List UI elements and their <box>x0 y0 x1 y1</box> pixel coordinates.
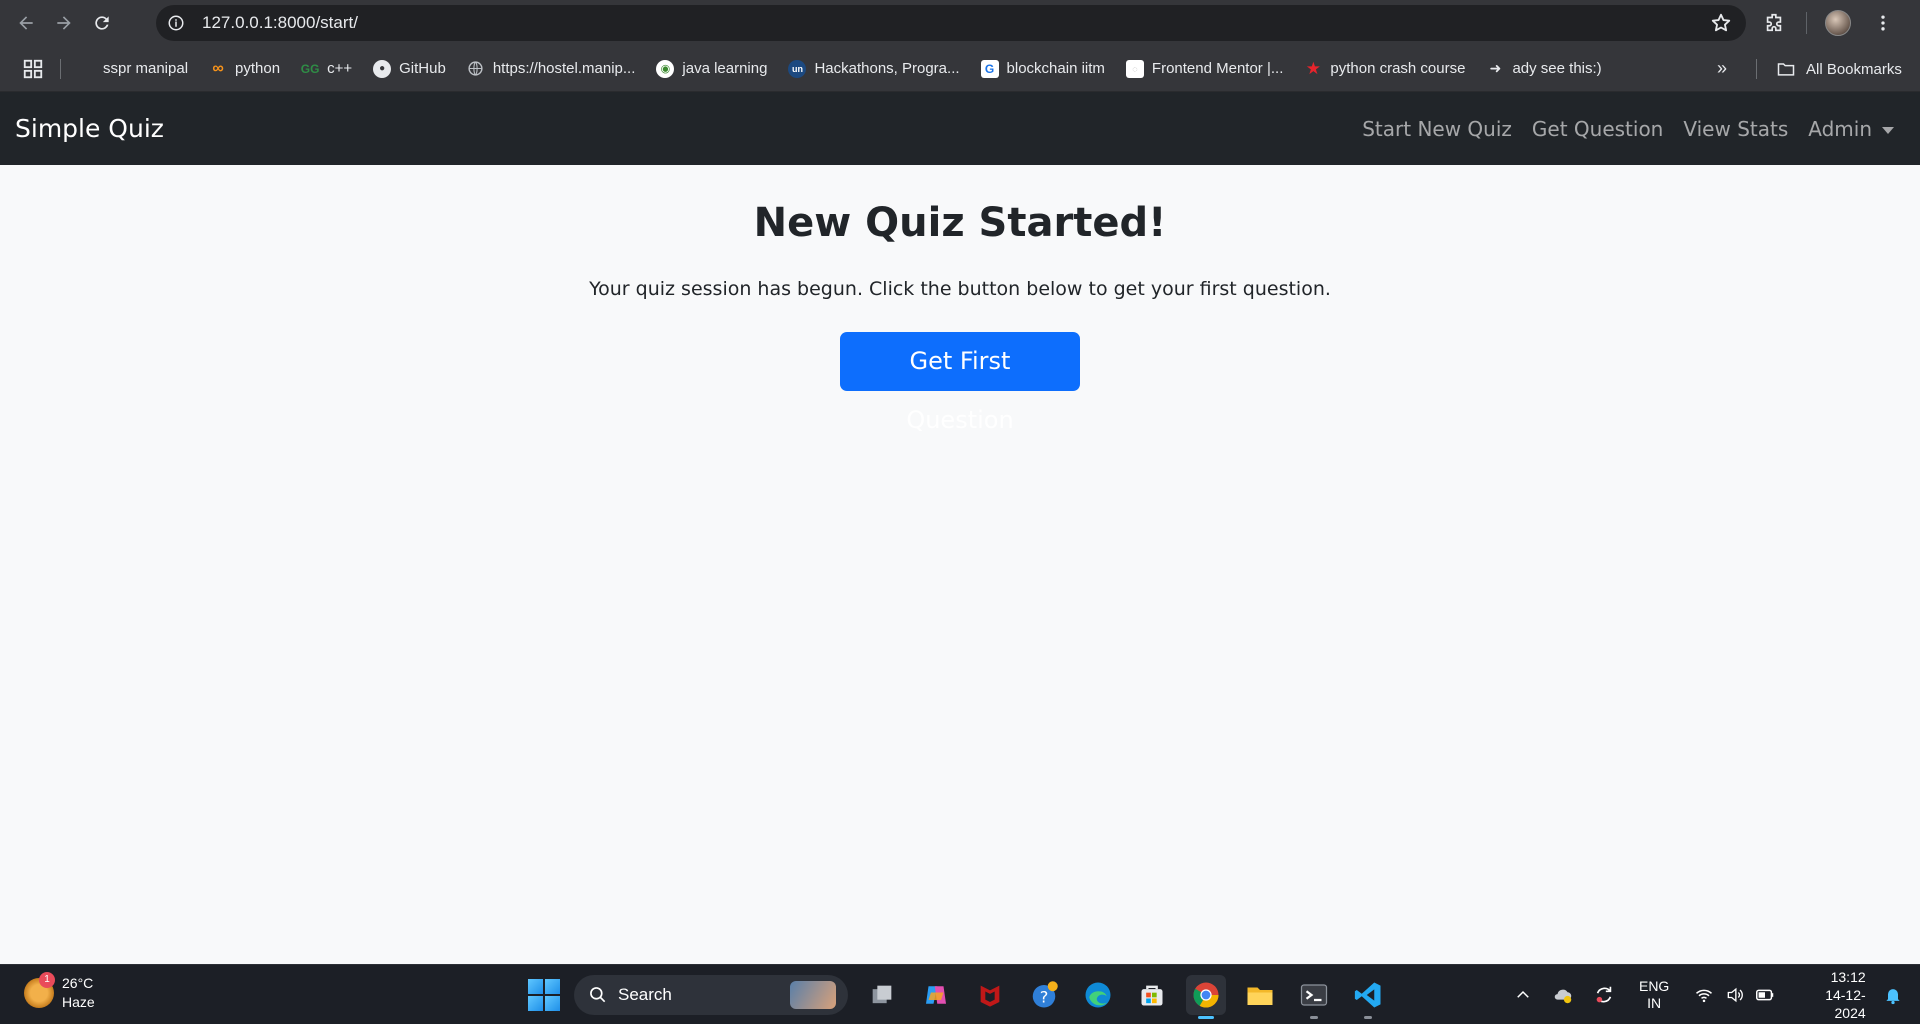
bookmark-blockchain-iitm[interactable]: G blockchain iitm <box>980 59 1105 78</box>
all-bookmarks-button[interactable]: All Bookmarks <box>1756 46 1902 92</box>
notification-bell-icon[interactable] <box>1880 981 1906 1009</box>
chevron-up-icon[interactable] <box>1510 981 1536 1009</box>
chrome-icon[interactable] <box>1186 975 1226 1019</box>
nav-start-new-quiz[interactable]: Start New Quiz <box>1362 117 1512 141</box>
nav-admin-dropdown[interactable]: Admin <box>1808 117 1894 141</box>
bookmark-java-learning[interactable]: ◉ java learning <box>656 59 767 78</box>
get-first-question-button[interactable]: Get First Question <box>840 332 1080 434</box>
svg-text:?: ? <box>1040 988 1049 1007</box>
bookmark-python[interactable]: ∞ python <box>209 60 280 78</box>
taskbar-search-label: Search <box>618 985 672 1004</box>
onedrive-warning-icon[interactable] <box>1550 981 1576 1009</box>
language-indicator[interactable]: ENG IN <box>1639 978 1669 1012</box>
search-icon <box>590 987 606 1003</box>
terminal-icon[interactable] <box>1294 975 1334 1019</box>
chevron-down-icon <box>1882 126 1894 134</box>
forward-button[interactable] <box>46 5 82 41</box>
coding-ninjas-icon: ∞ <box>212 59 224 77</box>
wifi-icon[interactable] <box>1691 981 1717 1009</box>
gfg-icon: GG <box>300 61 320 76</box>
url-text[interactable]: 127.0.0.1:8000/start/ <box>202 13 358 33</box>
bookmarks-bar: sspr manipal ∞ python GG c++ ● GitHub ht… <box>0 46 1920 92</box>
google-icon: G <box>980 59 999 78</box>
taskbar-search[interactable]: Search <box>574 975 848 1015</box>
weather-badge: 1 <box>39 972 55 988</box>
weather-desc: Haze <box>62 994 95 1010</box>
star-icon: ★ <box>1305 58 1321 78</box>
bookmark-github[interactable]: ● GitHub <box>373 59 446 78</box>
bookmark-hostel[interactable]: https://hostel.manip... <box>467 60 635 78</box>
get-help-icon[interactable]: ? <box>1024 975 1064 1015</box>
globe-icon <box>467 60 485 78</box>
page-title: New Quiz Started! <box>753 200 1167 246</box>
nav-view-stats[interactable]: View Stats <box>1683 117 1788 141</box>
weather-temp: 26°C <box>62 975 94 991</box>
reload-icon <box>95 16 109 30</box>
microsoft-icon <box>77 60 95 78</box>
bookmark-python-crash-course[interactable]: ★ python crash course <box>1304 58 1466 78</box>
clock-date: 14-12-2024 <box>1825 987 1866 1021</box>
profile-avatar[interactable] <box>1825 10 1851 36</box>
menu-kebab-icon[interactable] <box>1869 9 1897 37</box>
github-icon: ● <box>373 59 392 78</box>
clock-time: 13:12 <box>1830 969 1866 985</box>
nav-admin-label: Admin <box>1808 116 1872 141</box>
windows-start-icon[interactable] <box>528 979 560 1011</box>
apps-grid-icon[interactable] <box>22 58 44 80</box>
site-info-icon[interactable] <box>164 11 188 35</box>
bookmark-hackathons[interactable]: un Hackathons, Progra... <box>788 59 960 78</box>
folder-icon <box>1777 63 1795 76</box>
taskbar-clock[interactable]: 13:12 14-12-2024 <box>1798 968 1865 1022</box>
language-region: IN <box>1647 995 1662 1011</box>
page-description: Your quiz session has begun. Click the b… <box>589 278 1331 300</box>
edge-browser-icon[interactable] <box>1078 975 1118 1015</box>
browser-toolbar: 127.0.0.1:8000/start/ <box>0 0 1920 46</box>
copilot-icon[interactable] <box>916 975 956 1015</box>
language-code: ENG <box>1638 978 1670 994</box>
mcafee-icon[interactable] <box>970 975 1010 1015</box>
arrow-right-icon <box>57 16 71 30</box>
weather-sun-icon: 1 <box>24 972 55 1008</box>
toolbar-divider <box>1806 12 1807 34</box>
microsoft-store-icon[interactable] <box>1132 975 1172 1015</box>
search-highlight-image <box>790 981 836 1009</box>
bookmarks-divider <box>60 58 61 79</box>
toolbar-right <box>1760 5 1897 41</box>
bookmark-sspr-manipal[interactable]: sspr manipal <box>77 60 188 78</box>
system-tray: ENG IN 13:12 14-12-2024 <box>1510 969 1920 1021</box>
bookmarks-overflow-icon[interactable]: » <box>1717 58 1727 79</box>
arrow-left-icon <box>19 16 33 30</box>
site-navbar: Simple Quiz Start New Quiz Get Question … <box>0 92 1920 165</box>
site-brand[interactable]: Simple Quiz <box>15 114 164 143</box>
task-view-icon[interactable] <box>862 975 902 1015</box>
file-explorer-icon[interactable] <box>1240 975 1280 1015</box>
unstop-icon: un <box>788 59 807 78</box>
frontend-mentor-icon: ◌ <box>1125 59 1144 78</box>
bookmark-ady[interactable]: ➜ ady see this:) <box>1486 60 1602 78</box>
battery-icon[interactable] <box>1752 981 1778 1009</box>
sync-icon[interactable] <box>1591 981 1617 1009</box>
bookmark-star-icon[interactable] <box>1710 12 1732 34</box>
extensions-icon[interactable] <box>1760 9 1788 37</box>
vscode-icon[interactable] <box>1348 975 1388 1019</box>
address-bar[interactable]: 127.0.0.1:8000/start/ <box>156 5 1746 41</box>
bookmarks-divider-right <box>1756 59 1757 79</box>
arrow-icon: ➜ <box>1489 60 1502 76</box>
bookmark-frontend-mentor[interactable]: ◌ Frontend Mentor |... <box>1125 59 1283 78</box>
nav-get-question[interactable]: Get Question <box>1532 117 1663 141</box>
taskbar-apps: Search ? <box>528 973 1388 1019</box>
main-content: New Quiz Started! Your quiz session has … <box>0 165 1920 963</box>
weather-widget[interactable]: 1 26°C Haze <box>24 972 95 1012</box>
reload-button[interactable] <box>84 5 120 41</box>
windows-taskbar: 1 26°C Haze Search ? ENG IN 13:12 14-12-… <box>0 964 1920 1024</box>
nav-links: Start New Quiz Get Question View Stats A… <box>1362 92 1894 165</box>
bookmark-cpp[interactable]: GG c++ <box>301 60 352 78</box>
volume-icon[interactable] <box>1722 981 1748 1009</box>
back-button[interactable] <box>8 5 44 41</box>
java-icon: ◉ <box>656 59 675 78</box>
